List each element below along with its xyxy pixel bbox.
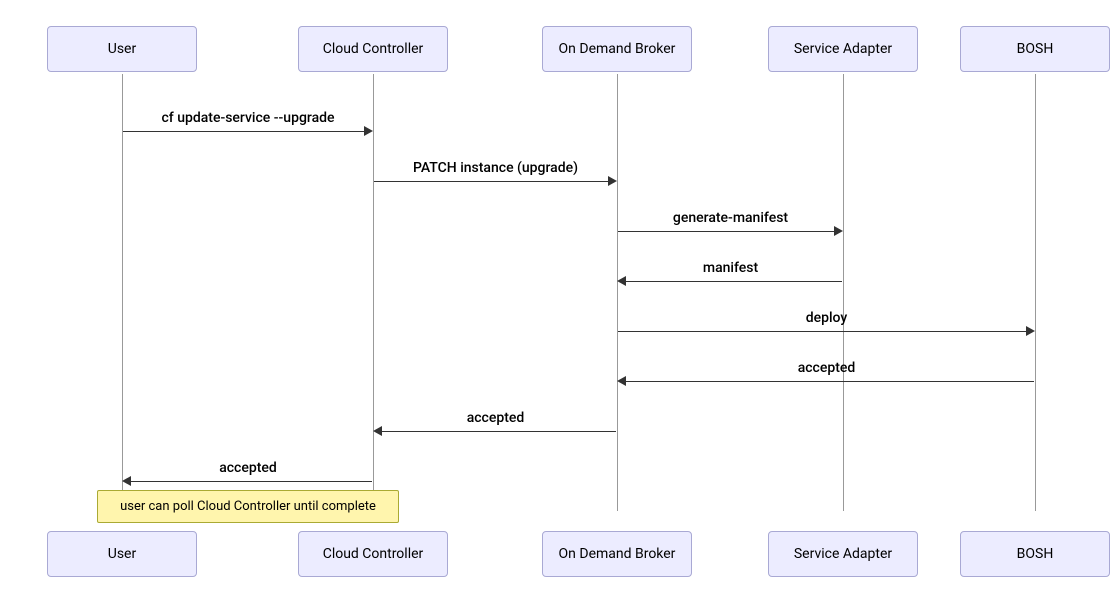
lifeline-service-adapter xyxy=(843,74,844,511)
arrow-head-m8 xyxy=(122,476,131,486)
arrow-head-m3 xyxy=(834,226,843,236)
arrow-m8 xyxy=(131,481,372,482)
message-generate-manifest: generate-manifest xyxy=(620,210,841,226)
arrow-head-m4 xyxy=(617,276,626,286)
participant-service-adapter-bottom: Service Adapter xyxy=(768,531,918,577)
message-cf-update-service: cf update-service --upgrade xyxy=(125,110,371,126)
participant-on-demand-broker-bottom: On Demand Broker xyxy=(542,531,692,577)
participant-bosh-bottom: BOSH xyxy=(960,531,1110,577)
participant-service-adapter-top: Service Adapter xyxy=(768,26,918,72)
arrow-head-m5 xyxy=(1026,326,1035,336)
message-accepted-controller: accepted xyxy=(125,460,371,476)
message-patch-instance: PATCH instance (upgrade) xyxy=(376,160,615,176)
message-accepted-bosh: accepted xyxy=(620,360,1033,376)
arrow-head-m6 xyxy=(617,376,626,386)
message-manifest: manifest xyxy=(620,260,841,276)
arrow-m4 xyxy=(626,281,842,282)
lifeline-on-demand-broker xyxy=(617,74,618,511)
participant-on-demand-broker-top: On Demand Broker xyxy=(542,26,692,72)
message-deploy: deploy xyxy=(620,310,1033,326)
note-poll: user can poll Cloud Controller until com… xyxy=(97,490,399,523)
lifeline-cloud-controller xyxy=(373,74,374,511)
lifeline-bosh xyxy=(1035,74,1036,511)
arrow-m7 xyxy=(382,431,616,432)
participant-user-top: User xyxy=(47,26,197,72)
arrow-m6 xyxy=(626,381,1034,382)
participant-user-bottom: User xyxy=(47,531,197,577)
arrow-m3 xyxy=(618,231,834,232)
arrow-m2 xyxy=(374,181,608,182)
arrow-m1 xyxy=(123,131,364,132)
lifeline-user xyxy=(122,74,123,511)
participant-cloud-controller-top: Cloud Controller xyxy=(298,26,448,72)
arrow-m5 xyxy=(618,331,1026,332)
message-accepted-broker: accepted xyxy=(376,410,615,426)
participant-bosh-top: BOSH xyxy=(960,26,1110,72)
arrow-head-m1 xyxy=(364,126,373,136)
participant-cloud-controller-bottom: Cloud Controller xyxy=(298,531,448,577)
arrow-head-m2 xyxy=(608,176,617,186)
arrow-head-m7 xyxy=(373,426,382,436)
